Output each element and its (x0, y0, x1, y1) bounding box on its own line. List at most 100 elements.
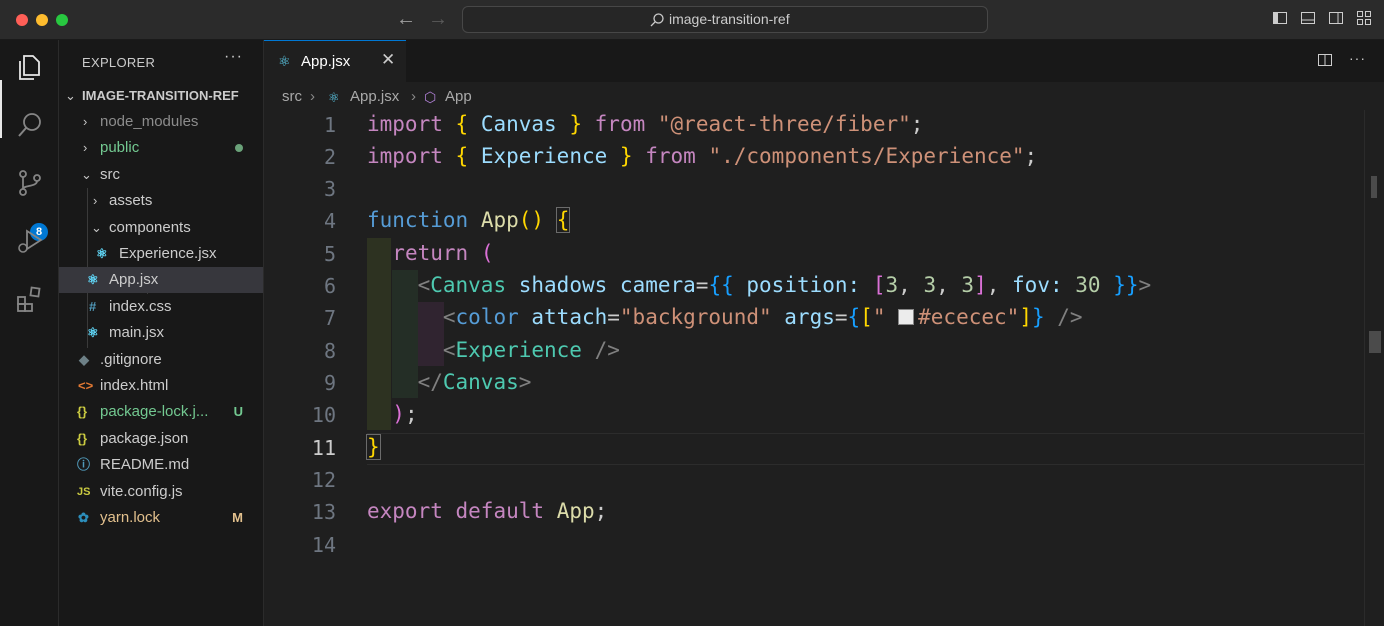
html-brackets-icon: <> (78, 378, 94, 393)
token: 3 (923, 273, 937, 297)
token: import (367, 144, 443, 168)
token: ] (1019, 305, 1032, 329)
tree-item-index-html[interactable]: <> index.html (59, 373, 263, 399)
tree-item-components[interactable]: ⌄ components (59, 215, 263, 241)
token: #ececec (918, 305, 1007, 329)
token: ; (1024, 144, 1038, 168)
code-line-2: import { Experience } from "./components… (367, 144, 1037, 168)
token: = (607, 305, 620, 329)
more-actions-icon[interactable]: ··· (1349, 51, 1366, 73)
tree-item-label: components (109, 219, 191, 236)
toggle-secondary-sidebar-icon[interactable] (1328, 10, 1344, 26)
tree-item-package-lock[interactable]: {} package-lock.j... U (59, 399, 263, 425)
token: { (555, 207, 571, 233)
token: "@react-three/fiber" (657, 112, 911, 136)
line-number: 8 (323, 339, 336, 363)
breadcrumb-item[interactable]: App.jsx (350, 88, 399, 105)
code-line-6: <Canvas shadows camera={{ position: [3, … (417, 273, 1152, 297)
toggle-primary-sidebar-icon[interactable] (1272, 10, 1288, 26)
scrollbar-thumb[interactable] (1371, 176, 1377, 198)
chevron-down-icon: ⌄ (91, 220, 102, 235)
close-tab-icon[interactable]: ✕ (381, 50, 395, 70)
modified-dot-icon (235, 144, 243, 152)
token: App (556, 499, 595, 523)
tree-item-label: package.json (100, 430, 189, 447)
symbol-cube-icon: ⬡ (424, 89, 437, 105)
search-text: image-transition-ref (669, 11, 790, 27)
customize-layout-icon[interactable] (1356, 10, 1372, 26)
source-control-icon[interactable] (15, 168, 45, 198)
explorer-files-icon[interactable] (15, 52, 45, 82)
git-diamond-icon: ◆ (79, 352, 89, 367)
code-line-10: ); (367, 402, 417, 426)
token: } (619, 144, 633, 168)
tree-item-label: vite.config.js (100, 483, 183, 500)
token: [ (872, 273, 886, 297)
extensions-icon[interactable] (15, 284, 45, 314)
workspace-root[interactable]: ⌄ IMAGE-TRANSITION-REF (59, 83, 263, 109)
token: /> (594, 338, 620, 362)
token: Canvas (442, 370, 519, 394)
token: > (1138, 273, 1152, 297)
tree-item-src[interactable]: ⌄ src (59, 162, 263, 188)
tree-item-readme[interactable]: ⓘ README.md (59, 452, 263, 478)
token: args (784, 305, 835, 329)
tree-item-app-jsx[interactable]: ⚛ App.jsx (59, 267, 263, 293)
minimize-window-button[interactable] (36, 14, 48, 26)
json-braces-icon: {} (77, 404, 88, 419)
line-number: 9 (323, 371, 336, 395)
forward-arrow-icon[interactable]: → (428, 8, 448, 31)
split-editor-icon[interactable] (1317, 52, 1333, 73)
token: < (442, 338, 456, 362)
token: "background" (619, 305, 772, 329)
line-number: 1 (323, 113, 336, 137)
token: ; (910, 112, 924, 136)
chevron-right-icon: › (83, 114, 88, 129)
line-number: 14 (311, 533, 336, 557)
run-debug-icon[interactable] (15, 226, 45, 256)
tree-item-index-css[interactable]: # index.css (59, 294, 263, 320)
token: "./components/Experience" (708, 144, 1025, 168)
token: from (594, 112, 646, 136)
token: : (847, 273, 861, 297)
token: { (455, 144, 469, 168)
title-bar: ← → image-transition-ref (0, 0, 1384, 40)
toggle-panel-icon[interactable] (1300, 10, 1316, 26)
token: Experience (480, 144, 608, 168)
css-hash-icon: # (89, 299, 97, 314)
tree-item-experience-jsx[interactable]: ⚛ Experience.jsx (59, 241, 263, 267)
search-icon[interactable] (15, 110, 45, 140)
tree-item-vite-config[interactable]: JS vite.config.js (59, 479, 263, 505)
tab-app-jsx[interactable]: ⚛ App.jsx ✕ (264, 40, 406, 82)
command-center-search[interactable]: image-transition-ref (462, 6, 988, 33)
token: " (1006, 305, 1020, 329)
line-number: 10 (311, 403, 336, 427)
close-window-button[interactable] (16, 14, 28, 26)
explorer-title: EXPLORER (82, 55, 156, 70)
layout-controls (1272, 10, 1372, 26)
token: position (746, 273, 848, 297)
info-icon: ⓘ (77, 457, 91, 472)
tree-item-gitignore[interactable]: ◆ .gitignore (59, 347, 263, 373)
color-swatch-icon[interactable] (898, 309, 915, 325)
maximize-window-button[interactable] (56, 14, 68, 26)
chevron-down-icon: ⌄ (81, 167, 92, 182)
editor-scrollbar[interactable] (1364, 110, 1384, 626)
tree-item-main-jsx[interactable]: ⚛ main.jsx (59, 320, 263, 346)
json-braces-icon: {} (77, 431, 88, 446)
react-icon: ⚛ (278, 53, 291, 69)
back-arrow-icon[interactable]: ← (396, 8, 416, 31)
tree-item-node-modules[interactable]: › node_modules (59, 109, 263, 135)
tree-item-yarn-lock[interactable]: ✿ yarn.lock M (59, 505, 263, 531)
tree-item-assets[interactable]: › assets (59, 188, 263, 214)
tree-item-package-json[interactable]: {} package.json (59, 426, 263, 452)
code-editor[interactable]: 1 2 3 4 5 6 7 8 9 10 11 12 13 14 import … (264, 110, 1364, 626)
breadcrumb-item[interactable]: src (282, 88, 302, 105)
token: Canvas (430, 273, 507, 297)
code-line-5: return ( (367, 241, 493, 265)
breadcrumb-item[interactable]: App (445, 88, 472, 105)
tree-item-public[interactable]: › public (59, 135, 263, 161)
line-number-active: 11 (311, 436, 336, 460)
token: > (518, 370, 532, 394)
more-actions-icon[interactable]: ··· (224, 48, 243, 66)
